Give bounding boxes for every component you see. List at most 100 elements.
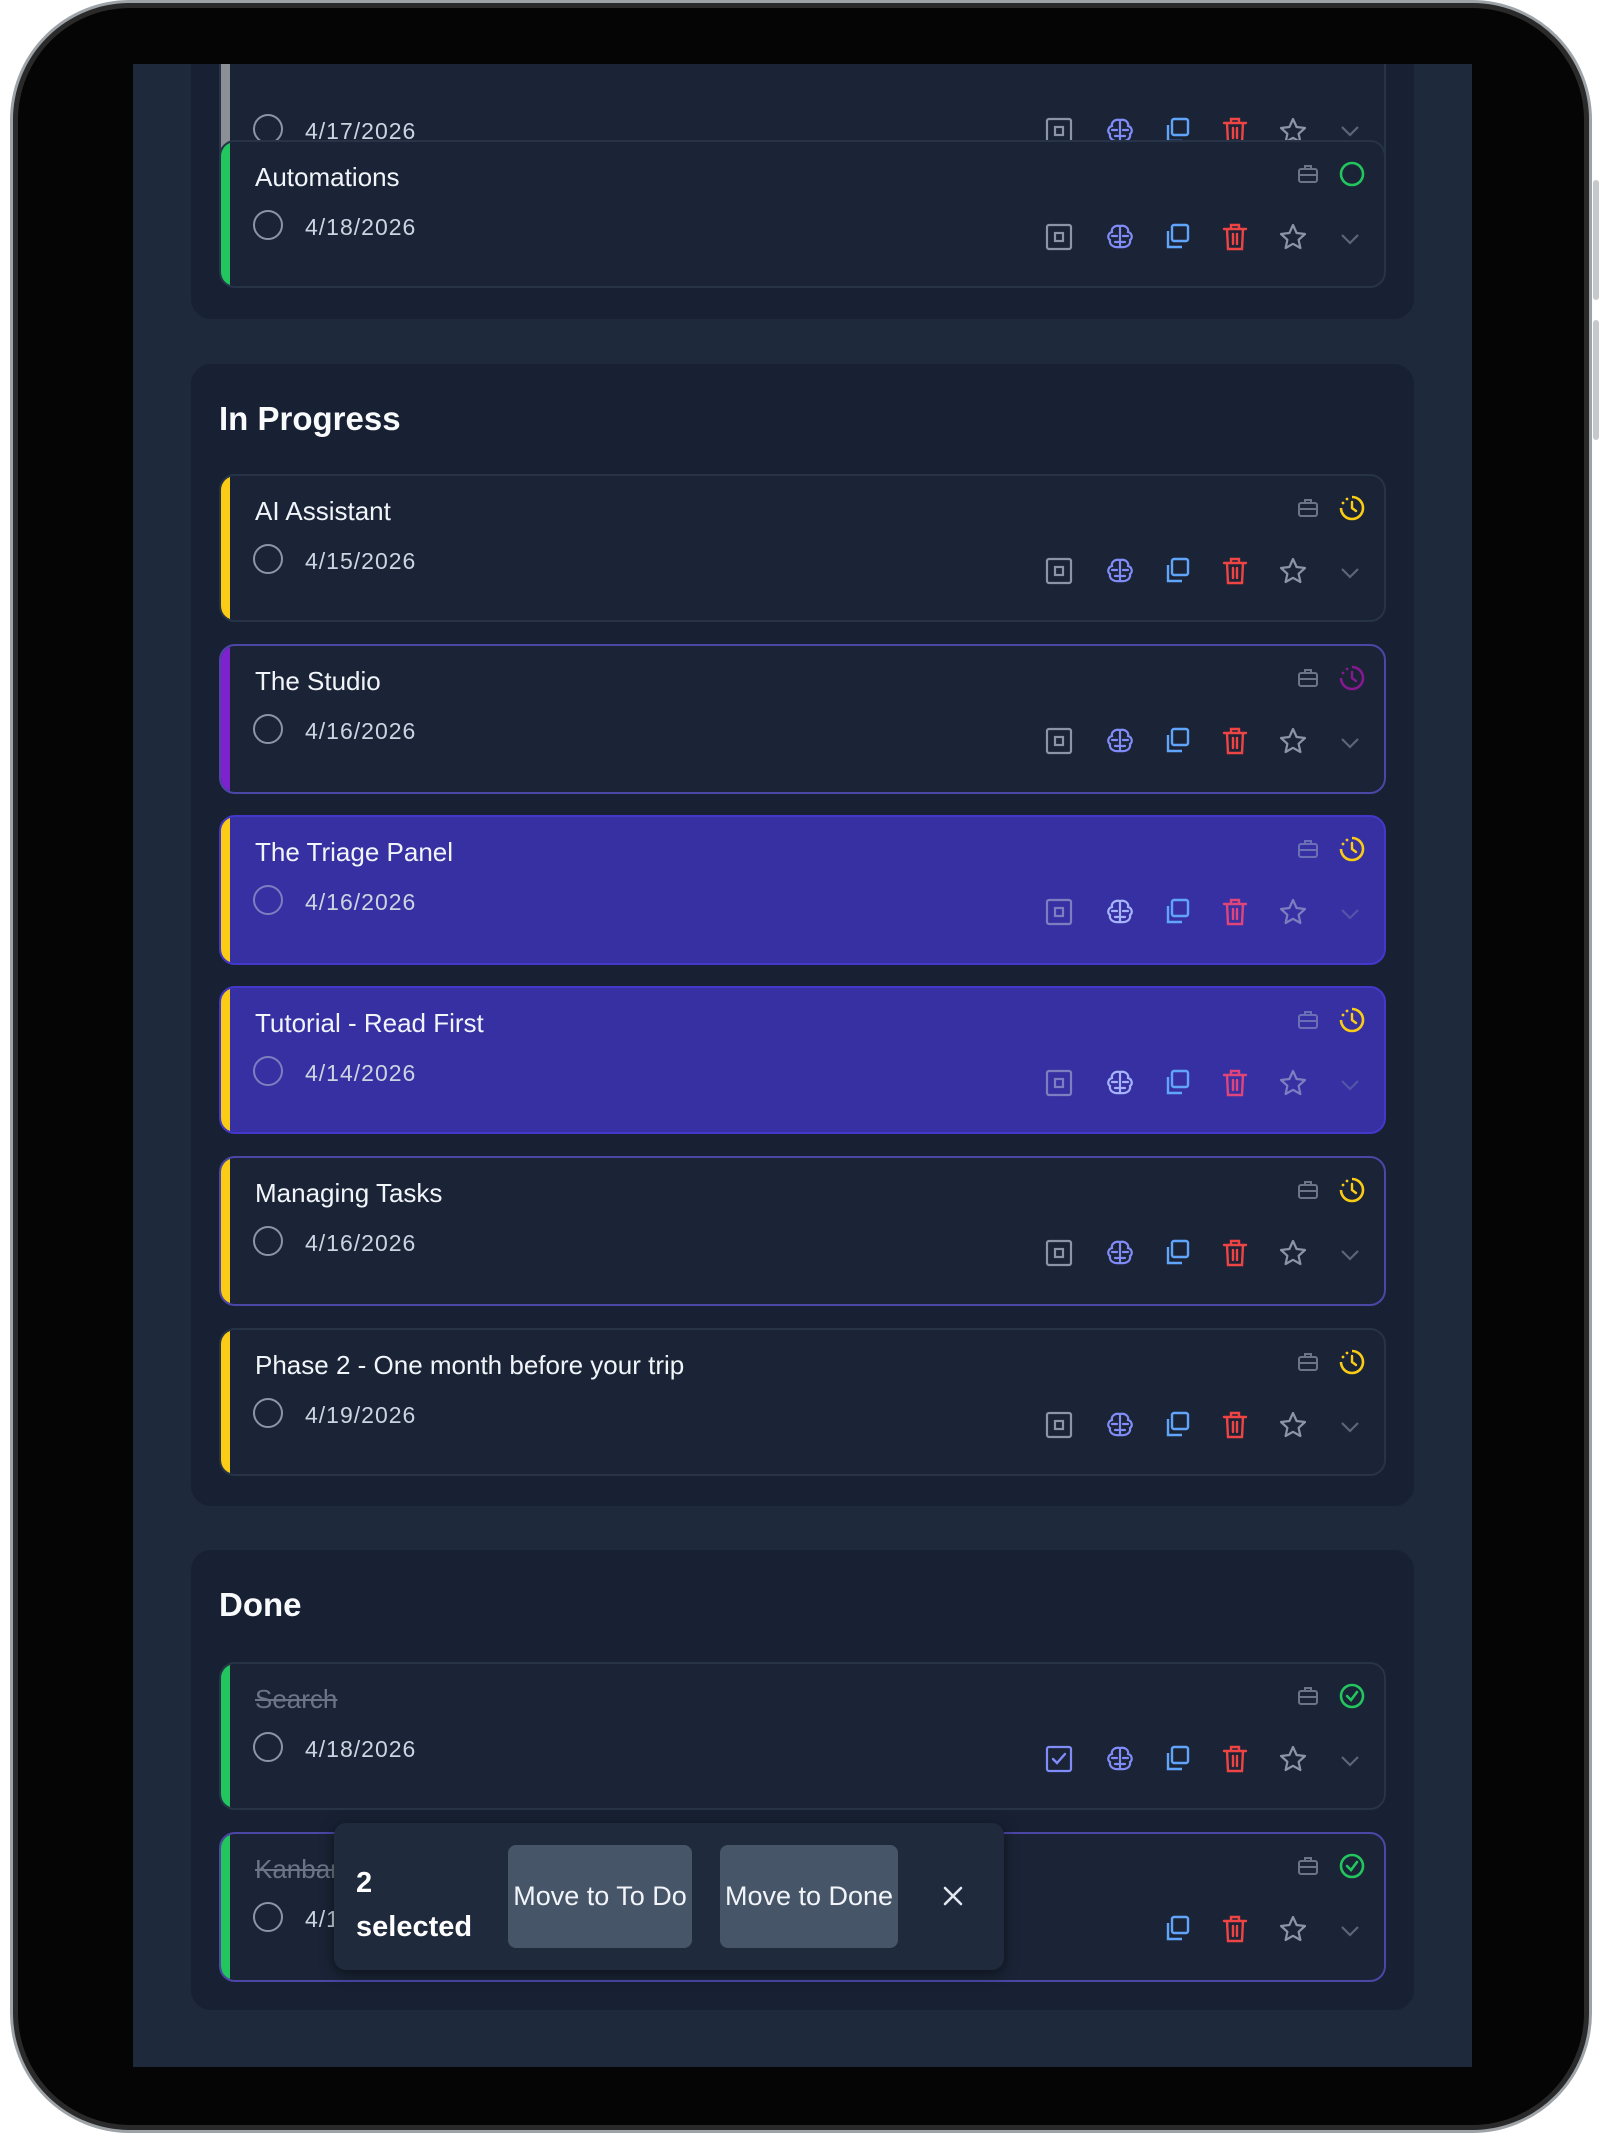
task-date: 4/14/2026	[305, 1060, 417, 1086]
task-title: Managing Tasks	[255, 1178, 443, 1208]
trash-icon[interactable]	[1221, 222, 1249, 252]
briefcase-icon	[1297, 164, 1319, 184]
focus-icon[interactable]	[1044, 726, 1074, 756]
chevron-down-icon[interactable]	[1337, 560, 1363, 586]
focus-icon[interactable]	[1044, 897, 1074, 927]
task-date: 4/19/2026	[305, 1402, 417, 1428]
briefcase-icon	[1297, 839, 1319, 859]
trash-icon[interactable]	[1221, 897, 1249, 927]
chevron-down-icon[interactable]	[1337, 1414, 1363, 1440]
duplicate-icon[interactable]	[1163, 1238, 1191, 1266]
clock-icon	[1338, 494, 1366, 522]
brain-icon[interactable]	[1104, 1744, 1136, 1774]
task-card[interactable]: Managing Tasks 4/16/2026	[219, 1156, 1386, 1306]
trash-icon[interactable]	[1221, 556, 1249, 586]
power-button	[1593, 320, 1599, 440]
checked-box-icon[interactable]	[1044, 1744, 1074, 1774]
chevron-down-icon[interactable]	[1337, 730, 1363, 756]
move-to-todo-button[interactable]: Move to To Do	[508, 1845, 692, 1948]
status-bar	[221, 1834, 230, 1980]
duplicate-icon[interactable]	[1163, 1744, 1191, 1772]
select-radio[interactable]	[253, 210, 283, 240]
clock-icon	[1338, 664, 1366, 692]
task-title: Tutorial - Read First	[255, 1008, 484, 1038]
chevron-down-icon[interactable]	[1337, 1242, 1363, 1268]
clock-icon	[1338, 1176, 1366, 1204]
trash-icon[interactable]	[1221, 1068, 1249, 1098]
brain-icon[interactable]	[1104, 897, 1136, 927]
chevron-down-icon[interactable]	[1337, 901, 1363, 927]
select-radio[interactable]	[253, 1056, 283, 1086]
app-screen: 4/17/2026 Automations 4/18/2026 In Progr…	[133, 64, 1472, 2067]
trash-icon[interactable]	[1221, 1238, 1249, 1268]
star-icon[interactable]	[1278, 897, 1308, 927]
bulk-selection-toolbar: 2 selected Move to To Do Move to Done	[334, 1823, 1004, 1970]
task-card[interactable]: Search 4/18/2026	[219, 1662, 1386, 1810]
task-card-selected[interactable]: Tutorial - Read First 4/14/2026	[219, 986, 1386, 1134]
star-icon[interactable]	[1278, 1744, 1308, 1774]
duplicate-icon[interactable]	[1163, 897, 1191, 925]
task-card[interactable]: AI Assistant 4/15/2026	[219, 474, 1386, 622]
brain-icon[interactable]	[1104, 726, 1136, 756]
briefcase-icon	[1297, 1180, 1319, 1200]
briefcase-icon	[1297, 1686, 1319, 1706]
select-radio[interactable]	[253, 544, 283, 574]
brain-icon[interactable]	[1104, 1410, 1136, 1440]
clock-icon	[1338, 1348, 1366, 1376]
task-card[interactable]: Automations 4/18/2026	[219, 140, 1386, 288]
briefcase-icon	[1297, 498, 1319, 518]
chevron-down-icon[interactable]	[1337, 226, 1363, 252]
trash-icon[interactable]	[1221, 1744, 1249, 1774]
select-radio[interactable]	[253, 714, 283, 744]
trash-icon[interactable]	[1221, 726, 1249, 756]
duplicate-icon[interactable]	[1163, 222, 1191, 250]
trash-icon[interactable]	[1221, 1410, 1249, 1440]
star-icon[interactable]	[1278, 1914, 1308, 1944]
duplicate-icon[interactable]	[1163, 556, 1191, 584]
select-radio[interactable]	[253, 1732, 283, 1762]
focus-icon[interactable]	[1044, 1410, 1074, 1440]
trash-icon[interactable]	[1221, 1914, 1249, 1944]
duplicate-icon[interactable]	[1163, 1068, 1191, 1096]
task-date: 4/16/2026	[305, 1230, 417, 1256]
select-radio[interactable]	[253, 1902, 283, 1932]
select-radio[interactable]	[253, 885, 283, 915]
star-icon[interactable]	[1278, 556, 1308, 586]
star-icon[interactable]	[1278, 222, 1308, 252]
chevron-down-icon[interactable]	[1337, 1748, 1363, 1774]
status-bar	[221, 1664, 230, 1808]
star-icon[interactable]	[1278, 1410, 1308, 1440]
task-title: The Triage Panel	[255, 837, 454, 867]
task-title: Phase 2 - One month before your trip	[255, 1350, 685, 1380]
duplicate-icon[interactable]	[1163, 1914, 1191, 1942]
task-card-selected[interactable]: The Triage Panel 4/16/2026	[219, 815, 1386, 965]
select-radio[interactable]	[253, 1398, 283, 1428]
task-date: 4/18/2026	[305, 214, 417, 240]
brain-icon[interactable]	[1104, 222, 1136, 252]
brain-icon[interactable]	[1104, 1238, 1136, 1268]
task-card[interactable]: The Studio 4/16/2026	[219, 644, 1386, 794]
move-to-done-button[interactable]: Move to Done	[720, 1845, 898, 1948]
chevron-down-icon[interactable]	[1337, 1072, 1363, 1098]
duplicate-icon[interactable]	[1163, 1410, 1191, 1438]
chevron-down-icon[interactable]	[1337, 1918, 1363, 1944]
brain-icon[interactable]	[1104, 556, 1136, 586]
task-date: 4/18/2026	[305, 1736, 417, 1762]
brain-icon[interactable]	[1104, 1068, 1136, 1098]
star-icon[interactable]	[1278, 1068, 1308, 1098]
select-radio[interactable]	[253, 1226, 283, 1256]
duplicate-icon[interactable]	[1163, 726, 1191, 754]
check-circle-icon	[1338, 1852, 1366, 1880]
task-title: AI Assistant	[255, 496, 391, 526]
task-card[interactable]: Phase 2 - One month before your trip 4/1…	[219, 1328, 1386, 1476]
status-bar	[221, 1158, 230, 1304]
status-bar	[221, 646, 230, 792]
close-icon[interactable]	[940, 1883, 966, 1914]
focus-icon[interactable]	[1044, 1068, 1074, 1098]
focus-icon[interactable]	[1044, 1238, 1074, 1268]
task-date: 4/15/2026	[305, 548, 417, 574]
focus-icon[interactable]	[1044, 222, 1074, 252]
star-icon[interactable]	[1278, 1238, 1308, 1268]
focus-icon[interactable]	[1044, 556, 1074, 586]
star-icon[interactable]	[1278, 726, 1308, 756]
